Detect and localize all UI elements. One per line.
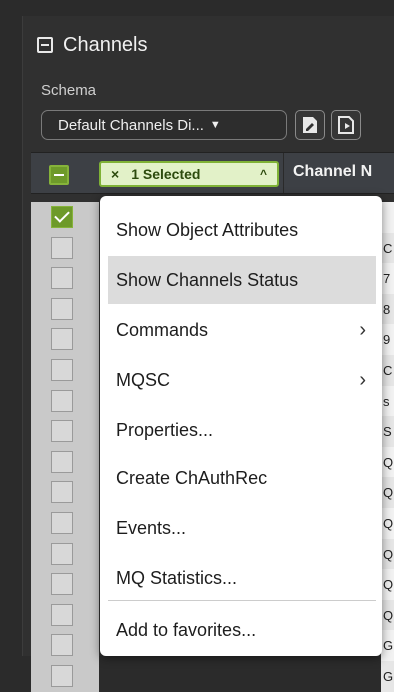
row-checkbox[interactable] bbox=[51, 267, 73, 290]
channel-name-cell: 7 bbox=[383, 271, 391, 287]
new-schema-icon bbox=[338, 116, 354, 134]
menu-item-mqsc[interactable]: MQSC › bbox=[108, 356, 376, 404]
menu-separator bbox=[108, 600, 376, 601]
row-checkbox[interactable] bbox=[51, 358, 73, 381]
chevron-up-icon[interactable]: ^ bbox=[260, 167, 267, 181]
menu-item-label: MQ Statistics... bbox=[116, 567, 238, 588]
panel-title: Channels bbox=[63, 33, 148, 56]
channel-name-cell: 8 bbox=[383, 301, 391, 317]
row-checkbox[interactable] bbox=[51, 450, 73, 473]
row-checkbox[interactable] bbox=[51, 511, 73, 534]
schema-dropdown[interactable]: Default Channels Di... ▼ bbox=[41, 110, 287, 140]
row-checkbox[interactable] bbox=[51, 603, 73, 626]
menu-item-mq-statistics[interactable]: MQ Statistics... bbox=[108, 554, 376, 602]
panel-title-row: Channels bbox=[37, 30, 148, 60]
menu-item-show-channels-status[interactable]: Show Channels Status bbox=[108, 256, 376, 304]
column-header-channel-name[interactable]: Channel N bbox=[293, 163, 394, 181]
row-checkbox[interactable] bbox=[51, 664, 73, 687]
channel-name-cell: C bbox=[383, 240, 393, 256]
row-checkbox[interactable] bbox=[51, 236, 73, 259]
menu-item-properties[interactable]: Properties... bbox=[108, 406, 376, 454]
menu-item-add-to-favorites[interactable]: Add to favorites... bbox=[108, 606, 376, 654]
selection-count: 1 Selected bbox=[131, 166, 201, 182]
menu-item-show-object-attributes[interactable]: Show Object Attributes bbox=[108, 206, 376, 254]
menu-item-label: Properties... bbox=[116, 419, 214, 440]
row-checkbox[interactable] bbox=[51, 634, 73, 657]
row-checkbox[interactable] bbox=[51, 420, 73, 443]
row-checkbox[interactable] bbox=[51, 573, 73, 596]
schema-label: Schema bbox=[41, 82, 97, 99]
schema-dropdown-value: Default Channels Di... bbox=[58, 116, 204, 134]
menu-item-label: Show Object Attributes bbox=[116, 219, 299, 240]
menu-item-create-chauthrec[interactable]: Create ChAuthRec bbox=[108, 454, 376, 502]
table-header: × 1 Selected ^ Channel N bbox=[31, 152, 394, 194]
menu-item-label: Add to favorites... bbox=[116, 619, 257, 640]
column-divider[interactable] bbox=[283, 153, 284, 193]
channel-name-cell: 9 bbox=[383, 332, 391, 348]
edit-schema-button[interactable] bbox=[295, 110, 325, 140]
menu-item-events[interactable]: Events... bbox=[108, 504, 376, 552]
row-checkbox[interactable] bbox=[51, 481, 73, 504]
collapse-icon[interactable] bbox=[37, 37, 53, 53]
menu-item-label: Events... bbox=[116, 517, 187, 538]
menu-item-label: Commands bbox=[116, 319, 209, 340]
chevron-right-icon: › bbox=[359, 319, 366, 341]
menu-item-label: Show Channels Status bbox=[116, 269, 299, 290]
row-checkbox[interactable] bbox=[51, 328, 73, 351]
menu-item-label: Create ChAuthRec bbox=[116, 467, 268, 488]
channel-name-cell: Q bbox=[383, 454, 394, 470]
channel-name-cell: Q bbox=[383, 546, 394, 562]
selection-chip[interactable]: × 1 Selected ^ bbox=[99, 161, 279, 187]
channel-name-cell: S bbox=[383, 424, 392, 440]
channel-name-cell: Q bbox=[383, 577, 394, 593]
row-checkbox[interactable] bbox=[51, 297, 73, 320]
menu-item-label: MQSC bbox=[116, 369, 170, 390]
context-menu: Show Object Attributes Show Channels Stat… bbox=[100, 196, 382, 656]
select-all-checkbox[interactable] bbox=[49, 165, 69, 185]
new-schema-button[interactable] bbox=[331, 110, 361, 140]
chevron-right-icon: › bbox=[359, 369, 366, 391]
edit-schema-icon bbox=[303, 117, 317, 133]
chevron-down-icon: ▼ bbox=[209, 119, 221, 131]
channel-name-cell: Q bbox=[383, 515, 394, 531]
row-checkbox[interactable] bbox=[51, 206, 73, 228]
row-checkbox[interactable] bbox=[51, 389, 73, 412]
channel-name-cell: G bbox=[383, 668, 394, 684]
channel-name-cell: s bbox=[383, 393, 390, 409]
channel-name-cell: C bbox=[383, 362, 393, 378]
channel-name-cell: Q bbox=[383, 607, 394, 623]
menu-item-commands[interactable]: Commands › bbox=[108, 306, 376, 354]
channel-name-cell: G bbox=[383, 638, 394, 654]
table-row[interactable]: G bbox=[31, 660, 394, 692]
row-cell-background bbox=[381, 202, 394, 233]
channel-name-cell: Q bbox=[383, 485, 394, 501]
clear-selection-icon[interactable]: × bbox=[111, 166, 119, 182]
row-checkbox[interactable] bbox=[51, 542, 73, 565]
